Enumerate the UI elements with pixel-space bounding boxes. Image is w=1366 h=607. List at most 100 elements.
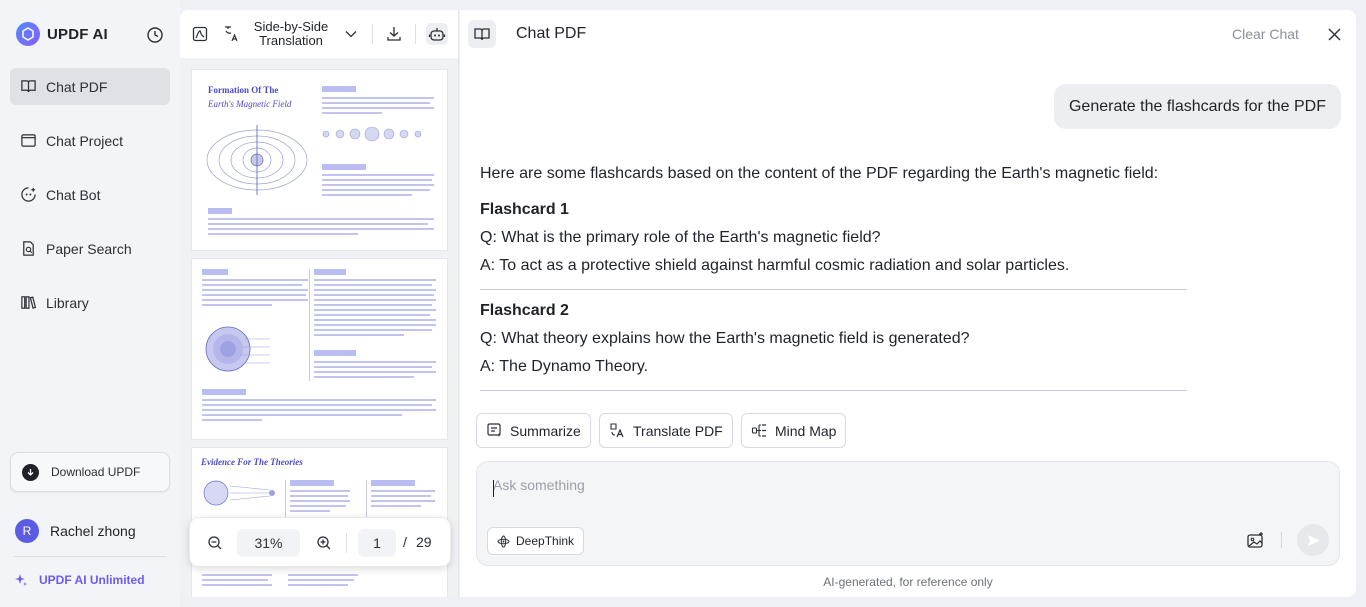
text-block <box>314 366 432 368</box>
image-upload-icon[interactable] <box>1245 530 1265 550</box>
clear-chat-button[interactable]: Clear Chat <box>1232 26 1299 42</box>
text-block <box>202 389 246 395</box>
sidebar: UPDF AI Chat PDF Chat Project Chat Bot P… <box>0 0 180 607</box>
user-message: Generate the flashcards for the PDF <box>1054 84 1341 129</box>
ai-disclaimer: AI-generated, for reference only <box>823 575 993 589</box>
text-block <box>202 414 402 416</box>
text-block <box>290 510 330 512</box>
text-block <box>202 279 308 281</box>
download-label: Download UPDF <box>51 465 141 479</box>
flashcard-heading: Flashcard 2 <box>480 302 569 319</box>
sidebar-item-label: Chat Bot <box>46 186 101 203</box>
mind-map-button[interactable]: Mind Map <box>741 413 846 448</box>
pdf-page[interactable]: Formation Of The Earth's Magnetic Field <box>192 70 447 250</box>
book-icon[interactable] <box>468 20 496 48</box>
toolbar-divider <box>372 24 373 44</box>
sidebar-item-library[interactable]: Library <box>10 284 170 321</box>
mode-label-line1: Side-by-Side <box>253 19 329 34</box>
page-title: Evidence For The Theories <box>201 457 303 467</box>
current-page-input[interactable]: 1 <box>358 529 396 557</box>
text-block <box>208 208 232 214</box>
pdf-page[interactable] <box>192 259 447 439</box>
sidebar-item-chat-project[interactable]: Chat Project <box>10 122 170 159</box>
user-profile[interactable]: R Rachel zhong <box>15 519 136 543</box>
flashcard-heading: Flashcard 1 <box>480 201 569 218</box>
avatar: R <box>15 519 39 543</box>
translate-pdf-button[interactable]: Translate PDF <box>599 413 733 448</box>
column-divider <box>309 269 310 381</box>
toolbar-divider <box>415 24 416 44</box>
book-open-icon <box>21 80 36 93</box>
text-block <box>202 409 436 411</box>
total-pages: 29 <box>416 534 432 550</box>
text-caret <box>493 480 494 497</box>
user-name: Rachel zhong <box>50 523 136 539</box>
mode-label-line2: Translation <box>259 33 323 48</box>
pdf-file-icon[interactable] <box>190 24 210 44</box>
sidebar-item-chat-bot[interactable]: Chat Bot <box>10 176 170 213</box>
deepthink-toggle[interactable]: DeepThink <box>487 527 585 555</box>
chat-input[interactable] <box>493 477 1193 493</box>
text-block <box>314 289 436 291</box>
zoom-in-icon[interactable] <box>315 534 333 552</box>
zoom-out-icon[interactable] <box>206 534 224 552</box>
text-block <box>208 233 358 235</box>
text-block <box>314 361 436 363</box>
flashcard-question: Q: What theory explains how the Earth's … <box>480 330 970 347</box>
send-icon <box>1307 534 1320 546</box>
ai-bot-icon[interactable] <box>426 23 448 45</box>
text-block <box>322 112 382 114</box>
text-block <box>314 299 436 301</box>
text-block <box>322 86 356 92</box>
text-block <box>371 500 435 502</box>
text-block <box>290 500 350 502</box>
download-icon[interactable] <box>384 24 404 44</box>
magnetic-field-diagram <box>206 125 308 195</box>
updf-logo-icon <box>16 22 40 46</box>
zoom-level[interactable]: 31% <box>237 529 300 557</box>
text-block <box>322 179 432 181</box>
close-icon[interactable] <box>1326 26 1342 42</box>
text-block <box>314 314 430 316</box>
text-block <box>288 579 354 581</box>
text-block <box>202 284 302 286</box>
text-block <box>314 304 432 306</box>
history-icon[interactable] <box>145 25 165 45</box>
text-block <box>202 419 262 421</box>
text-block <box>314 319 436 321</box>
translate-icon <box>610 423 624 438</box>
divider <box>480 289 1187 290</box>
translate-icon[interactable] <box>222 24 240 44</box>
flashcard-answer: A: To act as a protective shield against… <box>480 257 1070 274</box>
text-block <box>290 480 334 486</box>
text-block <box>202 399 436 401</box>
text-block <box>314 279 436 281</box>
text-block <box>290 495 348 497</box>
text-block <box>202 294 306 296</box>
sparkle-icon <box>15 574 27 586</box>
deepthink-icon <box>497 535 510 547</box>
sun-earth-diagram <box>203 480 275 506</box>
summarize-icon <box>487 423 501 437</box>
plan-link[interactable]: UPDF AI Unlimited <box>14 573 145 587</box>
sidebar-item-paper-search[interactable]: Paper Search <box>10 230 170 267</box>
text-block <box>314 284 432 286</box>
page-subtitle: Earth's Magnetic Field <box>208 99 292 109</box>
bot-icon <box>21 187 36 202</box>
text-block <box>371 495 431 497</box>
download-updf-button[interactable]: Download UPDF <box>10 452 170 492</box>
mind-map-icon <box>751 424 766 437</box>
send-button[interactable] <box>1297 524 1329 556</box>
sidebar-item-chat-pdf[interactable]: Chat PDF <box>10 68 170 105</box>
planets-illustration <box>322 126 422 142</box>
text-block <box>202 269 228 275</box>
text-block <box>314 376 414 378</box>
summarize-button[interactable]: Summarize <box>476 413 591 448</box>
divider <box>14 556 166 557</box>
translation-mode-select[interactable]: Side-by-Side Translation <box>250 20 332 48</box>
chevron-down-icon[interactable] <box>344 27 358 41</box>
text-block <box>202 579 268 581</box>
text-block <box>288 574 358 576</box>
flashcard-question: Q: What is the primary role of the Earth… <box>480 229 881 246</box>
text-block <box>202 584 272 586</box>
